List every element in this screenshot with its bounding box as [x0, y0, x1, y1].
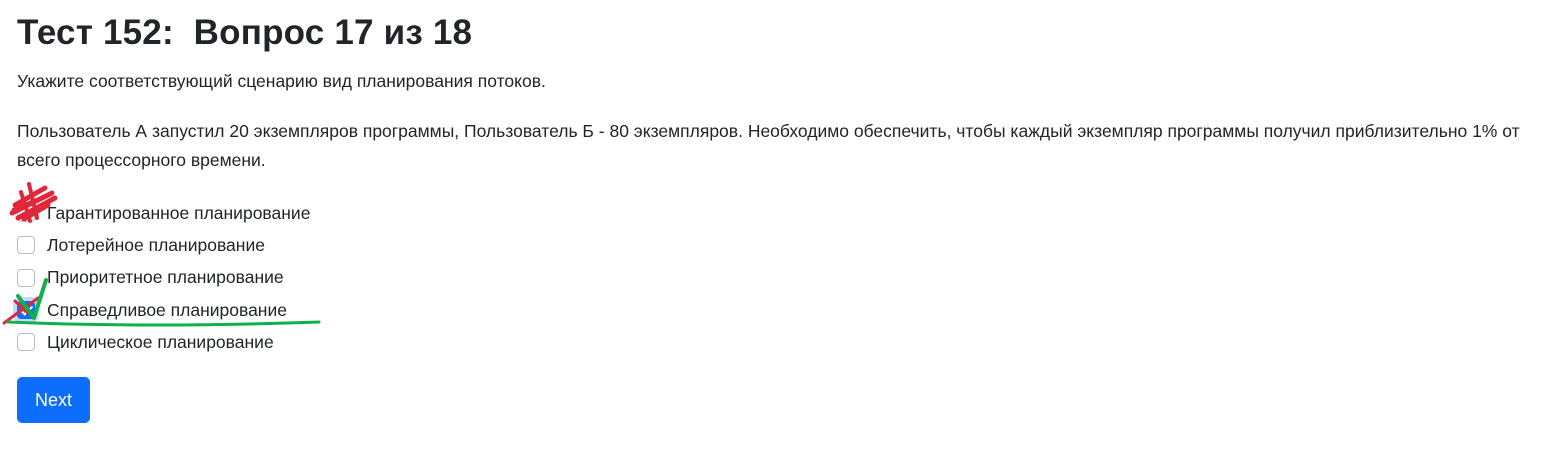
option-label: Приоритетное планирование — [47, 267, 284, 288]
option-label: Циклическое планирование — [47, 331, 274, 352]
question-instruction: Укажите соответствующий сценарию вид пла… — [17, 71, 546, 91]
option-checkbox[interactable] — [17, 333, 35, 352]
option-label: Справедливое планирование — [47, 299, 287, 320]
option-checkbox-checked[interactable] — [17, 301, 35, 320]
option-checkbox[interactable] — [17, 268, 35, 287]
option-label: Лотерейное планирование — [47, 234, 265, 255]
option-guaranteed-scheduling[interactable]: Гарантированное планирование — [17, 197, 310, 229]
option-lottery-scheduling[interactable]: Лотерейное планирование — [17, 229, 310, 261]
option-label: Гарантированное планирование — [47, 202, 311, 223]
option-checkbox[interactable] — [17, 236, 35, 255]
answer-options: Гарантированное планирование Лотерейное … — [17, 197, 310, 358]
option-fair-scheduling[interactable]: Справедливое планирование — [17, 294, 310, 326]
page-title: Тест 152: Вопрос 17 из 18 — [17, 13, 473, 52]
next-button[interactable]: Next — [17, 377, 90, 423]
question-scenario: Пользователь А запустил 20 экземпляров п… — [17, 121, 1520, 170]
option-round-robin-scheduling[interactable]: Циклическое планирование — [17, 326, 310, 358]
option-priority-scheduling[interactable]: Приоритетное планирование — [17, 262, 310, 294]
option-checkbox[interactable] — [17, 204, 35, 223]
